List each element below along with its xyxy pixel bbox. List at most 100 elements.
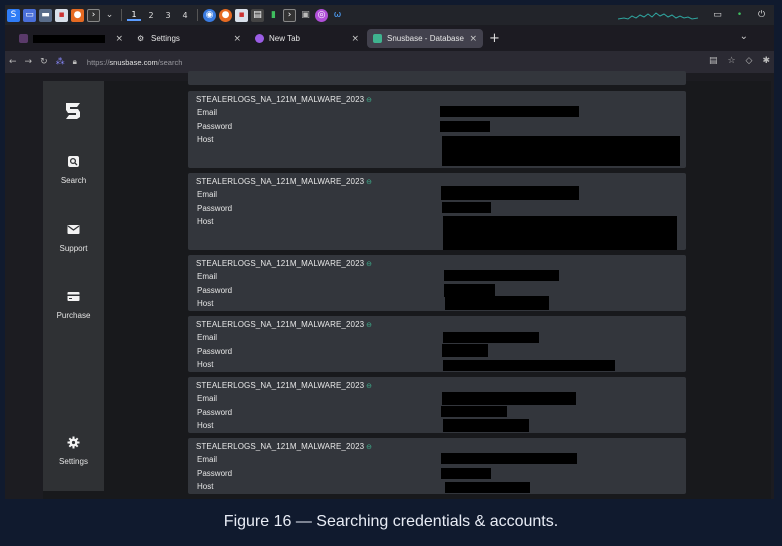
field-label-email: Email xyxy=(197,108,218,117)
result-title: STEALERLOGS_NA_121M_MALWARE_2023 ⊖ xyxy=(196,320,372,329)
chevron-down-icon[interactable]: ⌄ xyxy=(103,9,116,22)
app-window-icon[interactable]: ▤ xyxy=(251,8,264,22)
link-icon[interactable]: ⊖ xyxy=(366,96,372,104)
close-icon[interactable]: × xyxy=(469,34,477,44)
field-label-host: Host xyxy=(197,135,214,144)
redacted-value xyxy=(441,468,491,479)
database-name: STEALERLOGS_NA_121M_MALWARE_2023 xyxy=(196,95,365,104)
result-card: STEALERLOGS_NA_121M_MALWARE_2023 ⊖ Email … xyxy=(188,438,686,494)
sidebar-item-label: Settings xyxy=(59,457,88,466)
redacted-value xyxy=(440,121,490,132)
url-bar[interactable]: https://snusbase.com/search xyxy=(87,58,182,67)
sidebar-item-purchase[interactable]: Purchase xyxy=(43,290,104,320)
redacted-value xyxy=(442,202,491,213)
figure-caption: Figure 16 — Searching credentials & acco… xyxy=(223,513,559,530)
snusbase-logo-icon[interactable] xyxy=(63,101,83,121)
sidebar-item-label: Search xyxy=(60,176,87,185)
browser-nav-bar: ← → ↻ ⁂ 🔒︎ https://snusbase.com/search ▤… xyxy=(5,51,774,73)
bookmark-star-icon[interactable]: ☆ xyxy=(727,56,735,66)
tab-new-tab[interactable]: New Tab × xyxy=(249,29,365,48)
chromium-icon[interactable]: ◉ xyxy=(203,8,216,22)
field-label-host: Host xyxy=(197,299,214,308)
tab-redacted[interactable]: × xyxy=(13,29,129,48)
search-icon xyxy=(68,156,79,167)
shield-icon[interactable]: ◇ xyxy=(746,56,753,66)
database-name: STEALERLOGS_NA_121M_MALWARE_2023 xyxy=(196,381,365,390)
url-path: /search xyxy=(157,57,183,67)
sidebar-item-support[interactable]: Support xyxy=(43,223,104,253)
close-icon[interactable]: × xyxy=(351,34,359,44)
terminal-window-icon[interactable]: › xyxy=(283,8,296,22)
close-icon[interactable]: × xyxy=(115,34,123,44)
snusbase-app: Search Support Purchase Settings STEALER… xyxy=(43,71,771,499)
display-icon[interactable]: ▭ xyxy=(711,9,724,22)
redacted-value xyxy=(445,482,530,493)
app-launcher-icon[interactable]: S xyxy=(7,8,20,22)
reload-icon[interactable]: ↻ xyxy=(40,57,48,67)
extension-icon[interactable]: ✱ xyxy=(762,56,770,66)
result-card: STEALERLOGS_NA_121M_MALWARE_2023 ⊖ Email … xyxy=(188,377,686,433)
tor-icon[interactable]: ◎ xyxy=(315,8,328,22)
redacted-value xyxy=(445,296,549,310)
link-icon[interactable]: ⊖ xyxy=(366,260,372,268)
terminal-icon[interactable]: › xyxy=(87,8,100,22)
folder-icon[interactable]: ▬ xyxy=(39,8,52,22)
url-host: snusbase.com xyxy=(109,57,158,67)
redacted-tab-title xyxy=(33,34,106,43)
workspace-1[interactable]: 1 xyxy=(127,10,141,21)
link-icon[interactable]: ⊖ xyxy=(366,382,372,390)
gear-icon: ⚙ xyxy=(137,34,145,43)
link-icon[interactable]: ⊖ xyxy=(366,443,372,451)
link-icon[interactable]: ⊖ xyxy=(366,178,372,186)
field-label-password: Password xyxy=(197,286,233,295)
database-name: STEALERLOGS_NA_121M_MALWARE_2023 xyxy=(196,320,365,329)
database-name: STEALERLOGS_NA_121M_MALWARE_2023 xyxy=(196,177,365,186)
result-title: STEALERLOGS_NA_121M_MALWARE_2023 ⊖ xyxy=(196,95,372,104)
database-name: STEALERLOGS_NA_121M_MALWARE_2023 xyxy=(196,259,365,268)
document-icon[interactable]: ▪ xyxy=(55,8,68,22)
redacted-value xyxy=(441,453,577,464)
desktop-icon[interactable]: ▭ xyxy=(23,8,36,22)
close-icon[interactable]: × xyxy=(233,34,241,44)
field-label-password: Password xyxy=(197,408,233,417)
workspace-4[interactable]: 4 xyxy=(178,11,192,20)
sidebar-item-label: Support xyxy=(59,244,88,253)
padlock-icon[interactable]: 🔒︎ xyxy=(73,57,77,67)
tab-snusbase[interactable]: Snusbase - Database Sear × xyxy=(367,29,483,48)
tab-title: Settings xyxy=(151,34,180,43)
credit-card-icon xyxy=(67,292,80,301)
sidebar-item-settings[interactable]: Settings xyxy=(43,436,104,466)
result-card: STEALERLOGS_NA_121M_MALWARE_2023 ⊖ Email … xyxy=(188,91,686,168)
firefox-window-icon[interactable]: ● xyxy=(219,8,232,22)
tab-title: Snusbase - Database Sear xyxy=(387,34,464,43)
field-label-host: Host xyxy=(197,360,214,369)
site-info-icon[interactable]: ⁂ xyxy=(56,57,65,67)
new-tab-button[interactable]: + xyxy=(489,31,500,46)
vpn-lock-icon[interactable]: ▣ xyxy=(299,9,312,22)
field-label-password: Password xyxy=(197,122,233,131)
back-icon[interactable]: ← xyxy=(9,57,17,67)
web-page: Search Support Purchase Settings STEALER… xyxy=(5,71,774,499)
field-label-host: Host xyxy=(197,482,214,491)
gear-icon xyxy=(67,436,80,449)
firefox-icon[interactable]: ● xyxy=(71,8,84,22)
field-label-password: Password xyxy=(197,204,233,213)
lock-icon[interactable]: ▮ xyxy=(267,9,280,22)
field-label-host: Host xyxy=(197,217,214,226)
redacted-value xyxy=(442,392,576,405)
status-dot-icon: • xyxy=(736,10,743,20)
tab-settings[interactable]: ⚙ Settings × xyxy=(131,29,247,48)
forward-icon[interactable]: → xyxy=(25,57,33,67)
redacted-value xyxy=(441,406,507,417)
document-window-icon[interactable]: ▪ xyxy=(235,8,248,22)
network-graph-icon xyxy=(618,11,698,20)
reader-view-icon[interactable]: ▤ xyxy=(709,56,718,66)
wireshark-icon[interactable]: ω xyxy=(331,9,344,22)
workspace-2[interactable]: 2 xyxy=(144,11,158,20)
list-all-tabs-icon[interactable]: ⌄ xyxy=(740,31,748,42)
field-label-email: Email xyxy=(197,394,218,403)
power-icon[interactable]: ⏻ xyxy=(755,9,768,22)
workspace-3[interactable]: 3 xyxy=(161,11,175,20)
sidebar-item-search[interactable]: Search xyxy=(43,155,104,185)
link-icon[interactable]: ⊖ xyxy=(366,321,372,329)
